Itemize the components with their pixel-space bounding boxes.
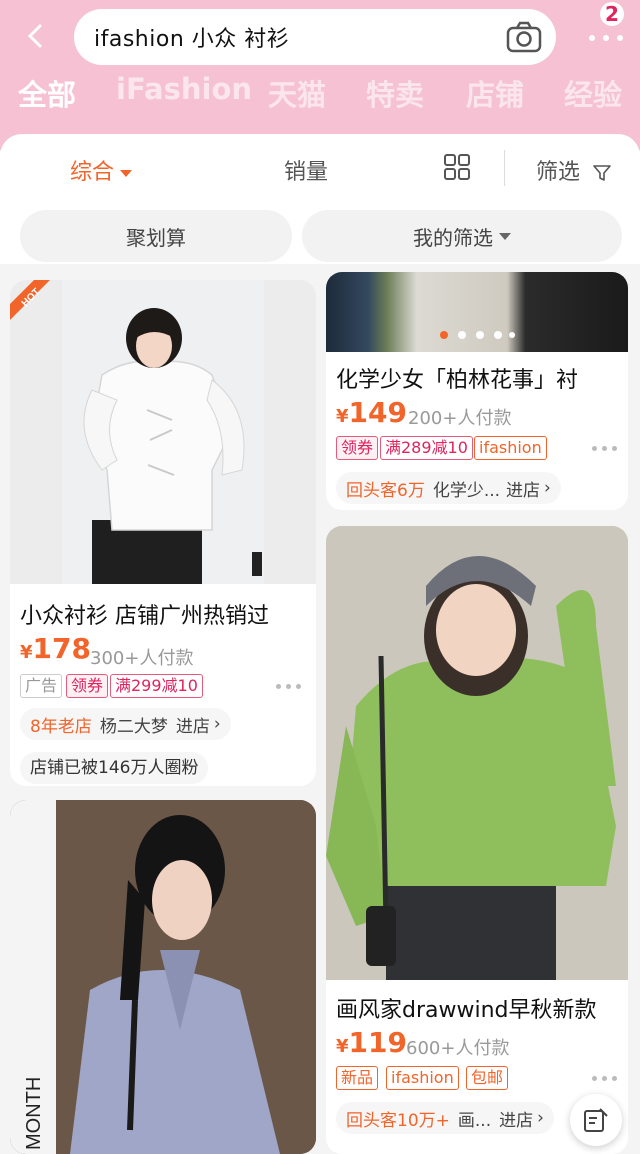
tab-shops[interactable]: 店铺 <box>466 72 524 114</box>
product-image[interactable]: MONTH <box>10 800 316 1154</box>
sold-count: 200+人付款 <box>408 408 512 429</box>
enter-shop: 进店 <box>506 480 541 501</box>
discount-tag: 满299减10 <box>110 674 203 698</box>
product-card[interactable]: 画风家drawwind早秋新款 ¥119 600+人付款 新品 ifashion… <box>326 526 628 1154</box>
image-overlay-text: MONTH <box>23 1077 45 1150</box>
chevron-right-icon: › <box>537 1108 544 1128</box>
category-tabs: 全部 iFashion 天猫 特卖 店铺 经验 <box>0 72 640 116</box>
caret-down-icon <box>120 169 133 177</box>
sold-count: 300+人付款 <box>90 648 194 669</box>
ifashion-tag: ifashion <box>474 436 547 460</box>
product-title[interactable]: 化学少女「柏林花事」衬 <box>336 362 626 394</box>
enter-shop: 进店 <box>175 716 210 737</box>
model-white-shirt-figure <box>83 308 262 584</box>
sort-comprehensive[interactable]: 综合 <box>70 154 133 186</box>
product-image[interactable] <box>10 280 316 584</box>
currency: ¥ <box>336 406 349 427</box>
new-tag: 新品 <box>336 1066 379 1090</box>
product-title[interactable]: 画风家drawwind早秋新款 <box>336 992 626 1024</box>
grid-view-icon[interactable] <box>444 154 470 180</box>
sort-sales[interactable]: 销量 <box>284 154 328 186</box>
filter-label: 筛选 <box>536 160 581 185</box>
product-title[interactable]: 小众衬衫 店铺广州热销过 <box>20 598 310 630</box>
model-green-shirt-figure <box>326 526 628 980</box>
pill-my-filter-label: 我的筛选 <box>413 225 493 250</box>
product-image[interactable] <box>326 526 628 980</box>
tab-all[interactable]: 全部 <box>18 72 76 114</box>
shop-name: 化学少... <box>432 480 501 501</box>
carousel-dots <box>440 331 515 339</box>
product-card[interactable]: MONTH <box>10 800 316 1154</box>
coupon-tag: 领券 <box>336 436 379 460</box>
tab-ifashion[interactable]: iFashion <box>116 72 252 106</box>
more-dots-icon[interactable] <box>592 1074 618 1082</box>
shop-name: 画... <box>457 1110 492 1131</box>
tab-tmall[interactable]: 天猫 <box>268 72 326 114</box>
shop-name: 杨二大梦 <box>99 716 168 737</box>
notification-badge: 2 <box>600 2 624 26</box>
shop-badge: 回头客6万 <box>346 480 425 501</box>
divider <box>504 150 505 186</box>
product-card[interactable]: 小众衬衫 店铺广州热销过 ¥178 300+人付款 广告 领券 满299减10 … <box>10 280 316 786</box>
search-input[interactable]: ifashion 小众 衬衫 <box>74 9 556 65</box>
filter-funnel-icon <box>593 165 611 181</box>
pill-my-filter[interactable]: 我的筛选 <box>302 210 622 262</box>
coupon-tag: 领券 <box>66 674 109 698</box>
product-price: ¥178 <box>20 632 91 665</box>
chevron-right-icon: › <box>544 478 551 498</box>
product-card[interactable]: 化学少女「柏林花事」衬 ¥149 200+人付款 领券 满289减10 ifas… <box>326 272 628 510</box>
floating-note-button[interactable] <box>570 1094 622 1146</box>
shop-link[interactable]: 8年老店 杨二大梦 进店 › <box>20 708 231 740</box>
price-value: 119 <box>348 1026 407 1059</box>
chevron-right-icon: › <box>213 714 221 734</box>
product-image[interactable] <box>326 272 628 352</box>
sold-count: 600+人付款 <box>406 1038 510 1059</box>
shop-link[interactable]: 回头客10万+ 画... 进店 › <box>336 1102 554 1134</box>
search-query: ifashion 小众 衬衫 <box>94 27 290 52</box>
product-price: ¥119 <box>336 1026 407 1059</box>
free-shipping-tag: 包邮 <box>466 1066 509 1090</box>
tab-experience[interactable]: 经验 <box>564 72 622 114</box>
currency: ¥ <box>336 1036 349 1057</box>
ad-tag: 广告 <box>20 674 63 698</box>
ifashion-tag: ifashion <box>386 1066 459 1090</box>
shop-fans-info: 店铺已被146万人圈粉 <box>20 752 209 784</box>
shop-badge: 回头客10万+ <box>346 1110 450 1131</box>
tab-sale[interactable]: 特卖 <box>366 72 424 114</box>
price-value: 178 <box>32 632 91 665</box>
hot-ribbon-icon: HOT <box>10 280 50 320</box>
edit-note-icon <box>584 1108 608 1132</box>
currency: ¥ <box>20 642 33 663</box>
sort-comprehensive-label: 综合 <box>70 160 115 185</box>
shop-badge: 8年老店 <box>30 716 92 737</box>
pill-juhuasuan[interactable]: 聚划算 <box>20 210 292 262</box>
price-value: 149 <box>348 396 407 429</box>
enter-shop: 进店 <box>499 1110 534 1131</box>
filter-button[interactable]: 筛选 <box>536 154 611 186</box>
model-lavender-shirt-figure: MONTH <box>10 800 316 1154</box>
camera-icon[interactable] <box>506 21 542 53</box>
shop-link[interactable]: 回头客6万 化学少... 进店 › <box>336 472 561 504</box>
more-dots-icon[interactable] <box>592 444 618 452</box>
back-arrow-icon[interactable] <box>18 18 54 54</box>
product-price: ¥149 <box>336 396 407 429</box>
more-dots-icon[interactable] <box>276 682 302 690</box>
caret-down-icon <box>499 232 511 240</box>
discount-tag: 满289减10 <box>380 436 473 460</box>
